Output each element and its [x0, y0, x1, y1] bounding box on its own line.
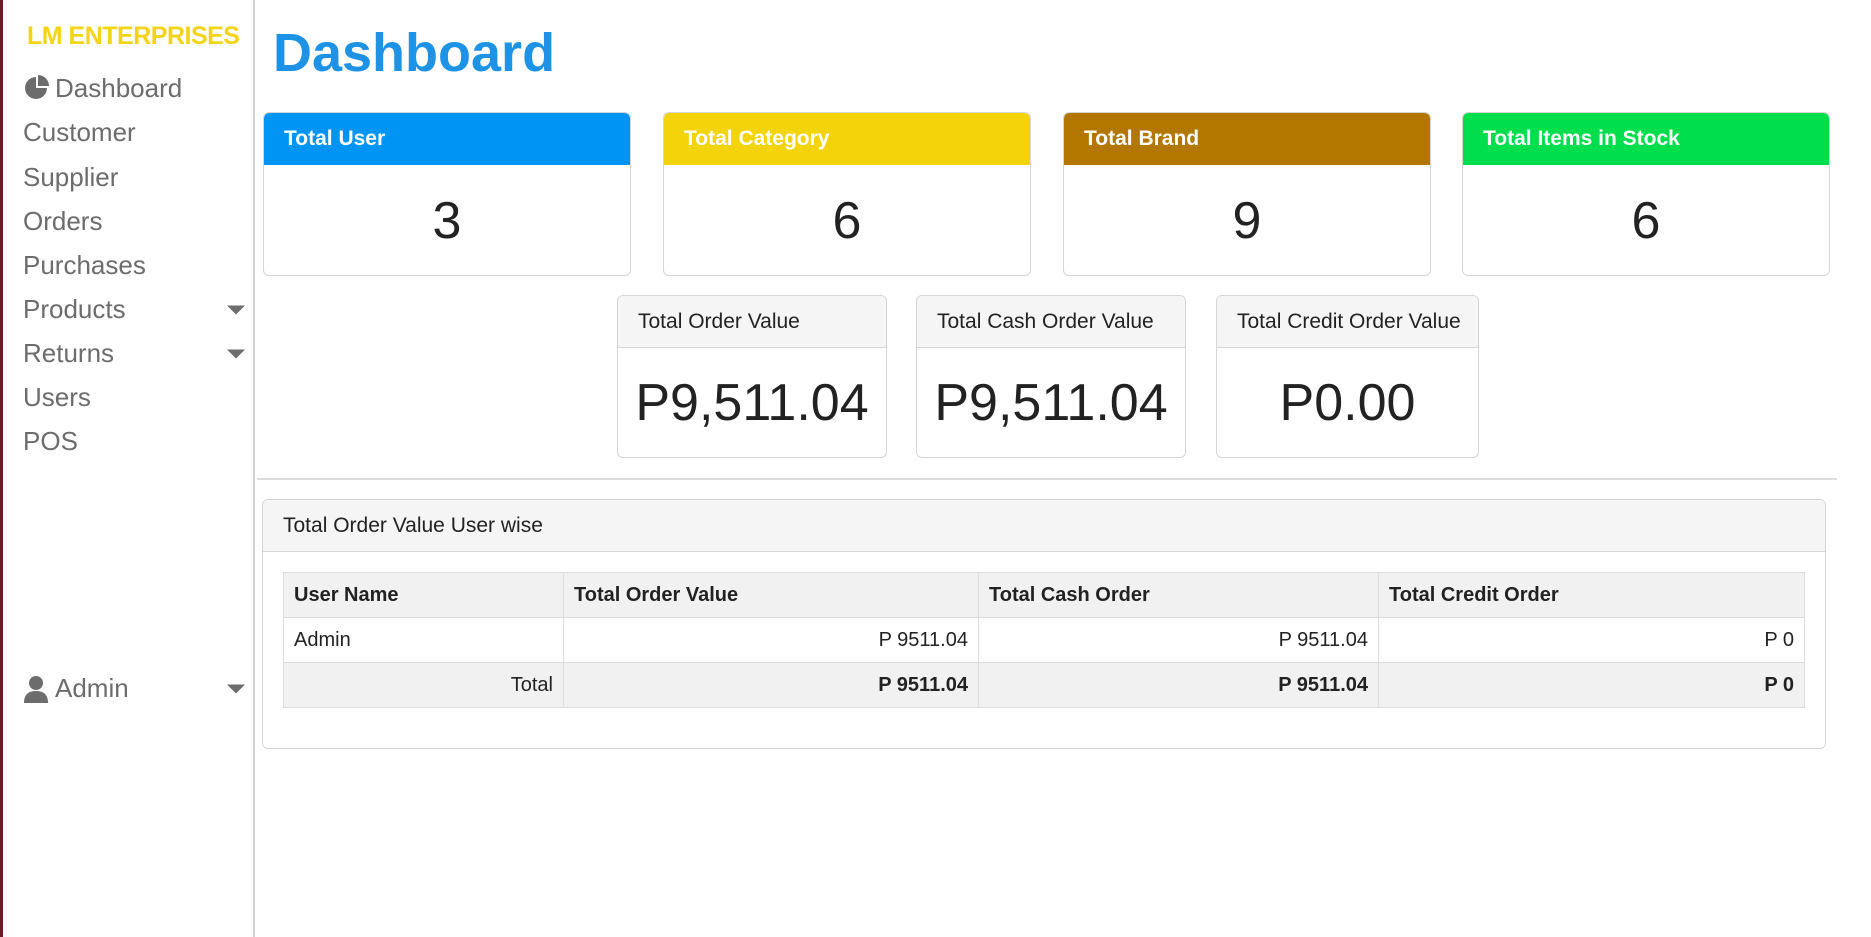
value-card-label: Total Credit Order Value — [1217, 296, 1478, 348]
user-icon — [23, 675, 51, 703]
table-cell: P 9511.04 — [978, 617, 1379, 663]
column-header: Total Order Value — [563, 572, 979, 618]
sidebar-item-customer[interactable]: Customer — [23, 117, 245, 148]
user-wise-order-table: User Name Total Order Value Total Cash O… — [283, 572, 1805, 708]
stat-card-label: Total Items in Stock — [1463, 113, 1829, 165]
table-cell: P 9511.04 — [978, 662, 1379, 708]
column-header: Total Credit Order — [1378, 572, 1805, 618]
value-card-total-credit-order: Total Credit Order Value P0.00 — [1216, 295, 1479, 458]
brand-logo[interactable]: LM ENTERPRISES — [27, 22, 240, 51]
caret-down-icon[interactable] — [227, 305, 245, 314]
sidebar-item-label: Purchases — [23, 250, 146, 280]
stat-card-total-user: Total User 3 — [263, 112, 631, 276]
user-menu-label: Admin — [55, 673, 129, 703]
user-wise-order-panel: Total Order Value User wise User Name To… — [262, 499, 1826, 749]
panel-title: Total Order Value User wise — [263, 500, 1825, 552]
main-content: Dashboard Total User 3 Total Category 6 … — [257, 0, 1871, 937]
sidebar-item-label: Dashboard — [55, 73, 183, 103]
sidebar-item-returns[interactable]: Returns — [23, 338, 245, 369]
column-header: User Name — [283, 572, 564, 618]
value-card-total-cash-order: Total Cash Order Value P9,511.04 — [916, 295, 1186, 458]
table-cell: Total — [283, 662, 564, 708]
stat-card-label: Total Brand — [1064, 113, 1430, 165]
sidebar-item-products[interactable]: Products — [23, 294, 245, 325]
value-card-value: P0.00 — [1279, 374, 1416, 432]
sidebar: LM ENTERPRISES Dashboard Customer Suppli… — [0, 0, 255, 937]
table-row: Admin P 9511.04 P 9511.04 P 0 — [283, 617, 1805, 663]
stat-card-total-items-in-stock: Total Items in Stock 6 — [1462, 112, 1830, 276]
value-card-value: P9,511.04 — [635, 374, 869, 432]
sidebar-item-label: Supplier — [23, 162, 119, 192]
table-cell: P 0 — [1378, 662, 1805, 708]
stat-card-value: 6 — [1631, 192, 1661, 250]
table-cell: P 9511.04 — [563, 662, 979, 708]
sidebar-item-pos[interactable]: POS — [23, 426, 245, 457]
caret-down-icon[interactable] — [227, 684, 245, 693]
table-cell: Admin — [283, 617, 564, 663]
value-card-label: Total Cash Order Value — [917, 296, 1185, 348]
pie-chart-icon — [23, 74, 51, 103]
column-header: Total Cash Order — [978, 572, 1379, 618]
sidebar-item-supplier[interactable]: Supplier — [23, 162, 245, 193]
sidebar-item-users[interactable]: Users — [23, 382, 245, 413]
stat-card-total-category: Total Category 6 — [663, 112, 1031, 276]
caret-down-icon[interactable] — [227, 349, 245, 358]
sidebar-item-label: Customer — [23, 117, 136, 147]
table-total-row: Total P 9511.04 P 9511.04 P 0 — [283, 662, 1805, 708]
stat-card-total-brand: Total Brand 9 — [1063, 112, 1431, 276]
sidebar-item-label: Users — [23, 382, 91, 412]
stat-card-value: 6 — [832, 192, 862, 250]
sidebar-item-label: POS — [23, 426, 78, 456]
sidebar-item-purchases[interactable]: Purchases — [23, 250, 245, 281]
value-card-total-order: Total Order Value P9,511.04 — [617, 295, 887, 458]
stat-card-value: 3 — [432, 192, 462, 250]
table-header-row: User Name Total Order Value Total Cash O… — [283, 572, 1805, 618]
stat-card-label: Total User — [264, 113, 630, 165]
section-divider — [257, 478, 1837, 480]
sidebar-item-orders[interactable]: Orders — [23, 206, 245, 237]
stat-card-label: Total Category — [664, 113, 1030, 165]
value-card-label: Total Order Value — [618, 296, 886, 348]
table-cell: P 0 — [1378, 617, 1805, 663]
stat-card-value: 9 — [1232, 192, 1262, 250]
sidebar-item-dashboard[interactable]: Dashboard — [23, 73, 245, 104]
user-menu[interactable]: Admin — [23, 673, 245, 704]
sidebar-item-label: Orders — [23, 206, 103, 236]
table-cell: P 9511.04 — [563, 617, 979, 663]
page-title: Dashboard — [273, 23, 556, 83]
sidebar-item-label: Products — [23, 294, 126, 324]
sidebar-item-label: Returns — [23, 338, 115, 368]
value-card-value: P9,511.04 — [934, 374, 1168, 432]
